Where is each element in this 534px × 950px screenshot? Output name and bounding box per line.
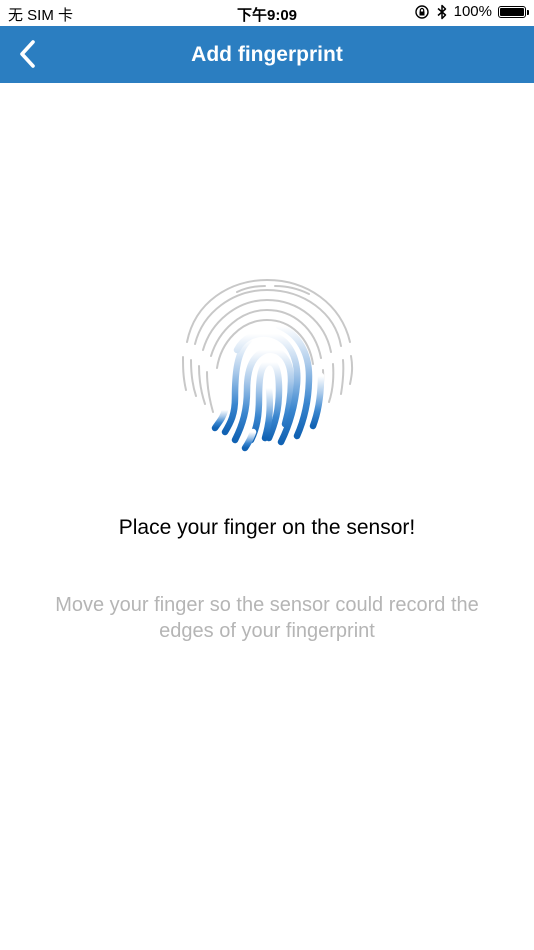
fingerprint-icon: [175, 272, 359, 456]
instruction-headline: Place your finger on the sensor!: [118, 516, 416, 539]
bluetooth-icon: [437, 4, 446, 19]
status-bar: 无 SIM 卡 下午9:09 100%: [0, 0, 534, 26]
status-right-group: 100%: [414, 3, 529, 20]
navigation-bar: Add fingerprint: [0, 26, 534, 83]
orientation-lock-icon: [414, 4, 429, 19]
battery-percent: 100%: [453, 3, 492, 20]
page-title: Add fingerprint: [191, 43, 343, 66]
battery-fill: [500, 7, 524, 16]
fingerprint-graphic: [182, 278, 354, 452]
battery-icon: [498, 5, 529, 18]
instruction-hint: Move your finger so the sensor could rec…: [55, 594, 479, 642]
